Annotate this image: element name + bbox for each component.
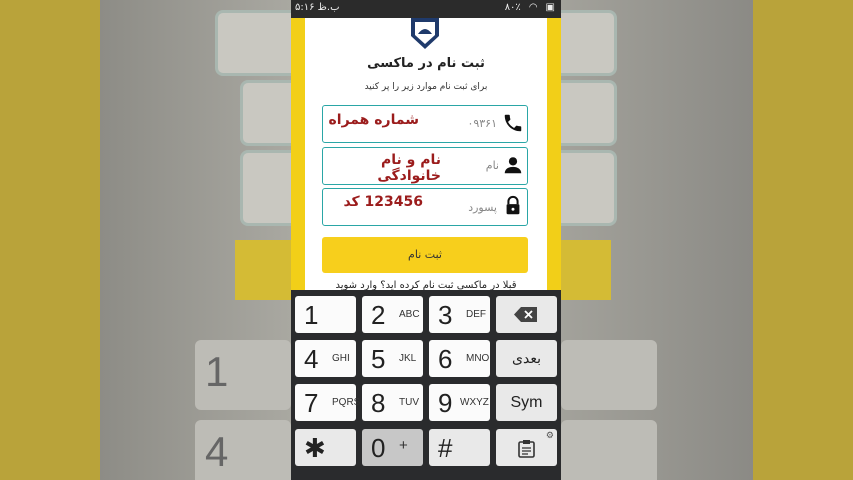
key-8[interactable]: 8 TUV xyxy=(362,384,423,421)
backspace-key[interactable] xyxy=(496,296,557,333)
password-field[interactable]: پسورد 123456 کد xyxy=(322,188,528,226)
next-key[interactable]: بعدی xyxy=(496,340,557,377)
key-hash[interactable]: # xyxy=(429,429,490,466)
phone-field[interactable]: ۰۹۳۶۱ شماره همراه xyxy=(322,105,528,143)
register-button[interactable]: ثبت نام xyxy=(322,237,528,273)
key-4[interactable]: 4 GHI xyxy=(295,340,356,377)
name-field[interactable]: نام نام و نام خانوادگی xyxy=(322,147,528,185)
user-icon xyxy=(504,157,522,174)
clipboard-icon xyxy=(518,440,535,458)
phone-placeholder: ۰۹۳۶۱ xyxy=(467,117,497,130)
key-6[interactable]: 6 MNO xyxy=(429,340,490,377)
password-placeholder: پسورد xyxy=(468,201,497,214)
lock-icon xyxy=(506,195,520,215)
backspace-icon xyxy=(514,307,537,322)
password-overlay-label: 123456 کد xyxy=(343,194,423,210)
clipboard-key[interactable]: ⚙ xyxy=(496,429,557,466)
phone-icon xyxy=(504,114,522,132)
page-subtitle: برای ثبت نام موارد زیر را پر کنید xyxy=(364,82,488,92)
key-1[interactable]: 1 xyxy=(295,296,356,333)
sym-key[interactable]: Sym xyxy=(496,384,557,421)
battery-level: ۸۰٪ xyxy=(504,2,521,13)
status-bar: ۵:۱۶ ب.ظ ۸۰٪ ◠ ▣ xyxy=(291,0,561,18)
name-placeholder: نام xyxy=(485,159,499,172)
key-star[interactable]: ✱ xyxy=(295,429,356,466)
status-time: ۵:۱۶ ب.ظ xyxy=(295,2,340,13)
background-left: 1 4 xyxy=(0,0,291,480)
key-9[interactable]: 9 WXYZ xyxy=(429,384,490,421)
settings-icon: ⚙ xyxy=(545,430,554,440)
key-2[interactable]: 2 ABC xyxy=(362,296,423,333)
name-overlay-label: نام و نام خانوادگی xyxy=(377,152,441,184)
maxi-logo-icon xyxy=(411,18,439,49)
key-0[interactable]: 0 + xyxy=(362,429,423,466)
key-3[interactable]: 3 DEF xyxy=(429,296,490,333)
notification-icon: ▣ xyxy=(545,2,555,13)
background-right xyxy=(561,0,853,480)
numeric-keyboard: 1 2 ABC 3 DEF 4 GHI 5 JKL 6 MNO بعدی 7 P… xyxy=(291,290,561,480)
phone-overlay-label: شماره همراه xyxy=(328,112,419,128)
key-7[interactable]: 7 PQRS xyxy=(295,384,360,421)
key-5[interactable]: 5 JKL xyxy=(362,340,423,377)
wifi-icon: ◠ xyxy=(528,2,538,13)
right-yellow-strip xyxy=(547,18,561,290)
page-title: ثبت نام در ماکسی xyxy=(367,56,485,71)
left-yellow-strip xyxy=(291,18,305,290)
registration-form: ثبت نام در ماکسی برای ثبت نام موارد زیر … xyxy=(305,18,547,291)
phone-screen: ۵:۱۶ ب.ظ ۸۰٪ ◠ ▣ ثبت نام در ماکسی برای ث… xyxy=(291,0,561,480)
